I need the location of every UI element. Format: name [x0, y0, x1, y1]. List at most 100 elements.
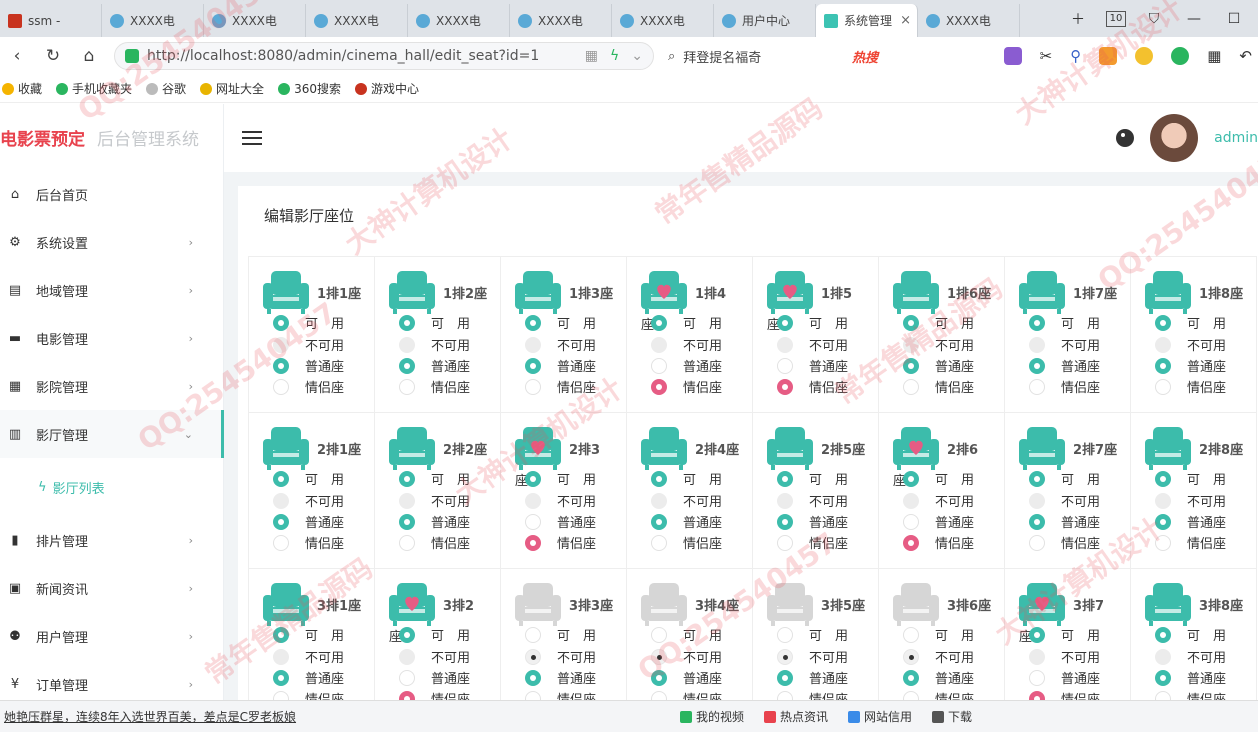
- hot-search-badge[interactable]: 热搜: [852, 47, 878, 66]
- browser-tab[interactable]: XXXX电: [612, 4, 714, 37]
- seat-radio-couple[interactable]: [273, 378, 289, 395]
- url-input[interactable]: http://localhost:8080/admin/cinema_hall/…: [114, 42, 654, 70]
- seat-option-unavailable[interactable]: 不可用: [399, 647, 470, 666]
- seat-icon[interactable]: [1017, 269, 1067, 315]
- qr-icon[interactable]: ▦: [585, 48, 598, 64]
- seat-option-normal[interactable]: 普通座: [525, 356, 596, 375]
- seat-option-couple[interactable]: 情侣座: [273, 533, 344, 552]
- seat-option-unavailable[interactable]: 不可用: [903, 647, 974, 666]
- seat-radio-available[interactable]: [1029, 314, 1045, 331]
- seat-option-available[interactable]: 可 用: [525, 469, 596, 488]
- wechat-icon[interactable]: [1171, 47, 1190, 65]
- seat-icon[interactable]: [387, 269, 437, 315]
- status-item[interactable]: 网站信用: [848, 708, 912, 725]
- seat-radio-couple[interactable]: [273, 534, 289, 551]
- sidebar-subitem-hall-list[interactable]: ϟ 影厅列表: [0, 458, 223, 516]
- back-icon[interactable]: ‹: [6, 46, 28, 66]
- seat-radio-couple[interactable]: [777, 378, 793, 395]
- seat-option-couple[interactable]: 情侣座: [903, 533, 974, 552]
- seat-option-normal[interactable]: 普通座: [1029, 512, 1100, 531]
- seat-option-couple[interactable]: 情侣座: [273, 689, 344, 700]
- seat-option-available[interactable]: 可 用: [1029, 469, 1100, 488]
- seat-radio-couple[interactable]: [651, 534, 667, 551]
- seat-option-couple[interactable]: 情侣座: [525, 377, 596, 396]
- translate-icon[interactable]: [1003, 47, 1022, 65]
- seat-option-normal[interactable]: 普通座: [273, 356, 344, 375]
- sidebar-item[interactable]: ▮ 排片管理 ›: [0, 516, 223, 564]
- seat-radio-available[interactable]: [1155, 626, 1171, 643]
- palette-icon[interactable]: [1116, 129, 1135, 147]
- seat-radio-normal[interactable]: [651, 669, 667, 686]
- seat-option-normal[interactable]: 普通座: [777, 668, 848, 687]
- seat-radio-couple[interactable]: [1155, 690, 1171, 700]
- seat-option-available[interactable]: 可 用: [1155, 313, 1226, 332]
- seat-radio-normal[interactable]: [273, 669, 289, 686]
- bookmark-item[interactable]: 360搜索: [278, 80, 341, 97]
- seat-radio-normal[interactable]: [1155, 357, 1171, 374]
- scissors-icon[interactable]: ✂: [1040, 47, 1053, 65]
- seat-radio-couple[interactable]: [399, 690, 415, 700]
- seat-option-unavailable[interactable]: 不可用: [399, 335, 470, 354]
- seat-radio-unavailable[interactable]: [1029, 648, 1045, 665]
- seat-option-available[interactable]: 可 用: [651, 469, 722, 488]
- apps-icon[interactable]: ▦: [1207, 47, 1221, 65]
- seat-radio-available[interactable]: [1155, 470, 1171, 487]
- seat-radio-couple[interactable]: [903, 378, 919, 395]
- seat-radio-available[interactable]: [525, 314, 541, 331]
- seat-radio-normal[interactable]: [777, 669, 793, 686]
- seat-option-unavailable[interactable]: 不可用: [525, 491, 596, 510]
- seat-option-available[interactable]: 可 用: [1155, 625, 1226, 644]
- seat-radio-unavailable[interactable]: [651, 492, 667, 509]
- seat-option-available[interactable]: 可 用: [1029, 313, 1100, 332]
- seat-radio-unavailable[interactable]: [399, 648, 415, 665]
- menu-toggle-icon[interactable]: [242, 131, 262, 145]
- seat-icon[interactable]: [765, 581, 815, 627]
- browser-search[interactable]: ⌕ 拜登提名福奇 热搜: [668, 42, 878, 70]
- seat-radio-couple[interactable]: [525, 378, 541, 395]
- bookmark-item[interactable]: 谷歌: [146, 80, 186, 97]
- seat-radio-available[interactable]: [1029, 470, 1045, 487]
- seat-option-normal[interactable]: 普通座: [1155, 512, 1226, 531]
- seat-radio-unavailable[interactable]: [1029, 336, 1045, 353]
- seat-icon[interactable]: [891, 269, 941, 315]
- seat-radio-couple[interactable]: [651, 690, 667, 700]
- seat-radio-couple[interactable]: [525, 534, 541, 551]
- seat-option-unavailable[interactable]: 不可用: [273, 335, 344, 354]
- seat-option-unavailable[interactable]: 不可用: [1029, 647, 1100, 666]
- seat-radio-couple[interactable]: [903, 534, 919, 551]
- seat-radio-normal[interactable]: [1029, 357, 1045, 374]
- browser-tab[interactable]: XXXX电: [102, 4, 204, 37]
- seat-radio-couple[interactable]: [1029, 690, 1045, 700]
- seat-icon[interactable]: [261, 269, 311, 315]
- seat-option-couple[interactable]: 情侣座: [1029, 533, 1100, 552]
- seat-option-available[interactable]: 可 用: [903, 625, 974, 644]
- seat-radio-couple[interactable]: [273, 690, 289, 700]
- seat-radio-unavailable[interactable]: [399, 336, 415, 353]
- bookmark-item[interactable]: 收藏: [2, 80, 42, 97]
- seat-radio-unavailable[interactable]: [399, 492, 415, 509]
- seat-radio-couple[interactable]: [1029, 534, 1045, 551]
- seat-radio-available[interactable]: [903, 314, 919, 331]
- seat-radio-unavailable[interactable]: [1155, 492, 1171, 509]
- seat-icon[interactable]: [513, 269, 563, 315]
- seat-option-normal[interactable]: 普通座: [651, 356, 722, 375]
- seat-icon[interactable]: [1143, 425, 1193, 471]
- seat-radio-unavailable[interactable]: [651, 648, 667, 665]
- sidebar-item[interactable]: ▣ 新闻资讯 ›: [0, 564, 223, 612]
- seat-option-available[interactable]: 可 用: [777, 625, 848, 644]
- status-item[interactable]: 下载: [932, 708, 972, 725]
- shirt-icon[interactable]: ⛉: [1142, 11, 1166, 27]
- seat-icon[interactable]: [1143, 581, 1193, 627]
- seat-radio-normal[interactable]: [903, 669, 919, 686]
- seat-radio-available[interactable]: [525, 626, 541, 643]
- seat-radio-couple[interactable]: [651, 378, 667, 395]
- seat-option-couple[interactable]: 情侣座: [399, 689, 470, 700]
- seat-option-unavailable[interactable]: 不可用: [1155, 491, 1226, 510]
- couple-seat-icon[interactable]: [891, 425, 941, 471]
- seat-option-unavailable[interactable]: 不可用: [1029, 335, 1100, 354]
- seat-option-normal[interactable]: 普通座: [399, 356, 470, 375]
- seat-radio-unavailable[interactable]: [903, 492, 919, 509]
- seat-radio-couple[interactable]: [1029, 378, 1045, 395]
- seat-option-unavailable[interactable]: 不可用: [1155, 335, 1226, 354]
- seat-radio-unavailable[interactable]: [1155, 336, 1171, 353]
